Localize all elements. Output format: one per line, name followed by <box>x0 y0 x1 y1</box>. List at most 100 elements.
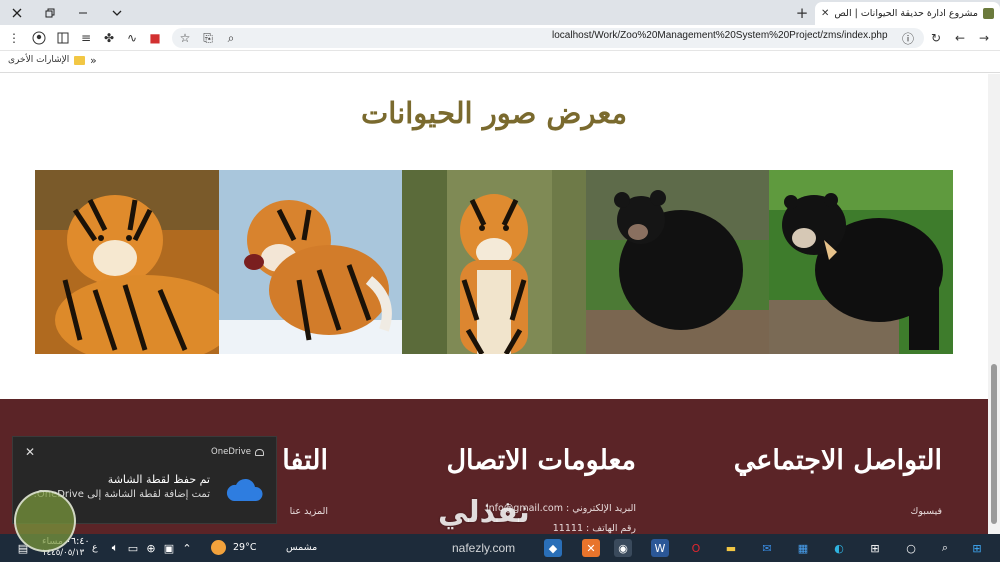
chevron-down-icon <box>112 10 122 16</box>
zoom-button[interactable]: ⌕ <box>221 28 241 48</box>
footer-phone: رقم الهاتف : 11111 <box>552 523 636 534</box>
footer-facebook-link[interactable]: فيسبوك <box>911 506 943 517</box>
gallery-photo-tiger-snarling[interactable] <box>218 170 403 354</box>
taskbar-app-word[interactable]: W <box>651 539 669 557</box>
language-indicator[interactable]: ع <box>92 542 98 553</box>
taskbar-app-opera[interactable]: O <box>687 539 705 557</box>
footer-third-title: التفا <box>282 445 328 476</box>
xampp-icon: ✕ <box>586 541 596 555</box>
taskbar-app-edge[interactable]: ◐ <box>830 539 848 557</box>
tab-search-button[interactable] <box>100 0 134 25</box>
bookmark-folder-other[interactable]: الإشارات الأخرى <box>8 55 86 65</box>
gallery-photo-black-bear[interactable] <box>585 170 770 354</box>
taskbar-app-xampp[interactable]: ✕ <box>582 539 600 557</box>
widgets-icon: ⊞ <box>870 541 880 555</box>
bookmarks-more-button[interactable]: » <box>90 54 97 67</box>
toast-app-header: OneDrive <box>211 447 264 457</box>
footer-contact-title: معلومات الاتصال <box>446 445 636 476</box>
pulse-icon: ∿ <box>126 31 138 45</box>
speaker-icon: 🔈︎ <box>111 541 119 554</box>
gallery-photo-sun-bear[interactable] <box>769 170 953 354</box>
zoom-icon: ⌕ <box>227 30 235 45</box>
store-icon: ▦ <box>797 541 809 555</box>
url-text[interactable]: localhost/Work/Zoo%20Management%20System… <box>552 30 888 41</box>
page-scrollbar[interactable] <box>988 74 1000 534</box>
bookmark-star-button[interactable]: ☆ <box>175 28 195 48</box>
weather-temperature[interactable]: 29°C <box>233 542 256 553</box>
taskbar-app-explorer[interactable]: ▬ <box>722 539 740 557</box>
extensions-button[interactable]: ✤ <box>99 28 119 48</box>
tiger-image <box>402 170 586 354</box>
gallery-photo-tiger-lying[interactable] <box>35 170 219 354</box>
close-window-button[interactable] <box>0 0 34 25</box>
taskbar-widgets[interactable]: ⊞ <box>866 539 884 557</box>
puzzle-icon: ✤ <box>103 31 115 45</box>
plus-icon: + <box>795 4 809 22</box>
taskbar-search[interactable]: ⌕ <box>936 539 954 557</box>
back-button[interactable]: ← <box>950 28 970 48</box>
taskbar-app-vscode[interactable]: ◆ <box>544 539 562 557</box>
watermark-seal <box>14 490 76 552</box>
address-bar[interactable]: ☆ ⎘ ⌕ localhost/Work/Zoo%20Management%20… <box>172 28 924 48</box>
folder-icon <box>74 55 86 65</box>
new-tab-button[interactable]: + <box>792 3 812 23</box>
minimize-icon <box>79 12 87 13</box>
minimize-window-button[interactable] <box>66 0 100 25</box>
show-hidden-icons-button[interactable]: ⌃ <box>178 539 196 557</box>
watermark-url: nafezly.com <box>452 541 516 555</box>
taskbar-app-mail[interactable]: ✉ <box>758 539 776 557</box>
tray-app-button[interactable]: ▣ <box>160 539 178 557</box>
reading-list-button[interactable]: ≡ <box>76 28 96 48</box>
bear-image <box>769 170 953 354</box>
install-app-button[interactable]: ⎘ <box>198 28 218 48</box>
extension-button[interactable]: ■ <box>145 28 165 48</box>
scrollbar-thumb[interactable] <box>991 364 997 524</box>
list-icon: ≡ <box>80 31 92 45</box>
forward-button[interactable]: → <box>974 28 994 48</box>
install-icon: ⎘ <box>203 30 213 45</box>
restore-window-button[interactable] <box>33 0 67 25</box>
gallery-title: معرض صور الحيوانات <box>361 96 627 130</box>
sidebar-button[interactable] <box>53 28 73 48</box>
tray-icon: ▣ <box>163 541 175 555</box>
bookmark-folder-label: الإشارات الأخرى <box>8 55 70 65</box>
network-button[interactable]: ⊕ <box>142 539 160 557</box>
menu-button[interactable]: ⋮ <box>4 28 24 48</box>
browser-toolbar: ⋮ ≡ ✤ ∿ ■ ☆ ⎘ ⌕ localhost/Work/Zoo%20Man… <box>0 25 1000 51</box>
taskbar-app-store[interactable]: ▦ <box>794 539 812 557</box>
battery-icon: ▭ <box>127 541 139 555</box>
watermark-text: نفذلي <box>438 495 530 530</box>
chevron-up-icon: ⌃ <box>182 541 192 555</box>
performance-button[interactable]: ∿ <box>122 28 142 48</box>
gallery-photo-tiger-standing[interactable] <box>402 170 586 354</box>
cloud-icon <box>226 478 263 501</box>
footer-social-title: التواصل الاجتماعي <box>733 445 942 476</box>
sidebar-icon <box>57 32 69 44</box>
chrome-icon: ◉ <box>618 541 628 555</box>
tab-close-button[interactable]: ✕ <box>821 8 829 19</box>
task-view-icon: ○ <box>906 541 916 555</box>
globe-icon: ⊕ <box>146 541 156 555</box>
windows-logo-icon: ⊞ <box>972 541 982 555</box>
start-button[interactable]: ⊞ <box>968 539 986 557</box>
volume-button[interactable]: 🔈︎ <box>106 539 124 557</box>
taskbar-app-chrome[interactable]: ◉ <box>614 539 632 557</box>
site-info-button[interactable]: ⓘ <box>898 28 918 48</box>
folder-icon: ▬ <box>725 541 737 555</box>
bear-image <box>585 170 770 354</box>
battery-button[interactable]: ▭ <box>124 539 142 557</box>
reload-button[interactable]: ↻ <box>926 28 946 48</box>
favicon-icon <box>983 8 994 19</box>
tab-bar: + مشروع ادارة حديقة الحيوانات | الص ✕ <box>0 0 1000 25</box>
tab-active[interactable]: مشروع ادارة حديقة الحيوانات | الص ✕ <box>815 2 1000 25</box>
weather-condition[interactable]: مشمس <box>286 542 317 553</box>
search-icon: ⌕ <box>941 541 949 554</box>
vscode-icon: ◆ <box>548 541 558 555</box>
arrow-right-icon: → <box>978 31 990 45</box>
taskbar-task-view[interactable]: ○ <box>902 539 920 557</box>
toast-close-button[interactable]: ✕ <box>25 445 35 459</box>
info-icon: ⓘ <box>901 31 914 46</box>
restore-icon <box>45 8 55 17</box>
footer-about-link[interactable]: المزيد عنا <box>290 506 328 517</box>
profile-button[interactable] <box>29 28 49 48</box>
